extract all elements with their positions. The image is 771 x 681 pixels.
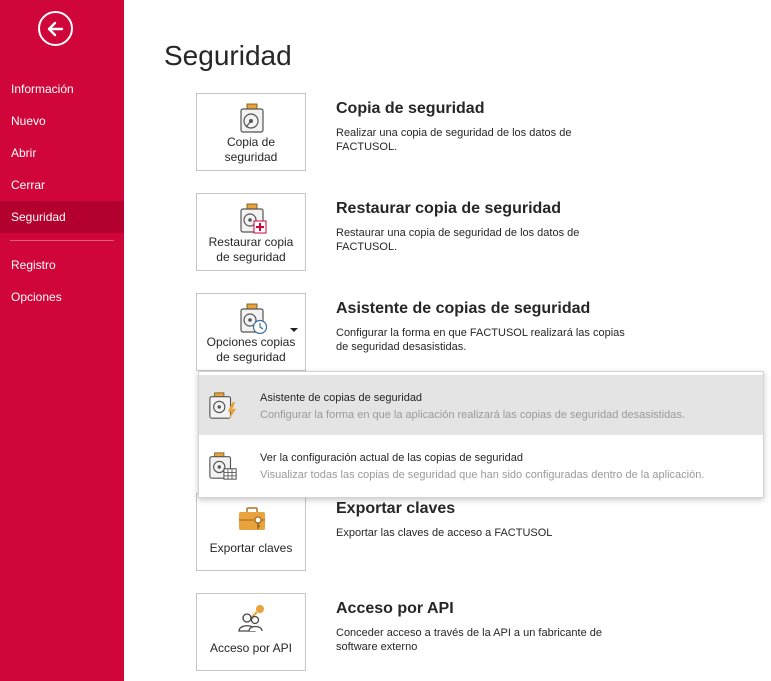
api-access-button[interactable]: Acceso por API — [196, 593, 306, 671]
sidebar-item-informacion[interactable]: Información — [0, 73, 124, 105]
export-keys-button-label: Exportar claves — [209, 541, 293, 555]
backup-wizard-title: Asistente de copias de seguridad — [336, 300, 591, 317]
menu-item-backup-wizard-desc: Configurar la forma en que la aplicación… — [260, 409, 685, 421]
arrow-left-icon — [47, 21, 63, 36]
hard-drive-grid-icon — [209, 452, 237, 480]
menu-item-view-backup-config-desc: Visualizar todas las copias de seguridad… — [260, 469, 705, 481]
hard-drive-icon — [240, 103, 264, 133]
sidebar-item-seguridad[interactable]: Seguridad — [0, 201, 124, 233]
backup-options-button-label: Opciones copias de seguridad — [206, 335, 296, 364]
back-button[interactable] — [38, 11, 73, 46]
hard-drive-restore-icon — [240, 203, 267, 234]
backup-options-dropdown: Asistente de copias de seguridad Configu… — [198, 371, 764, 498]
sidebar-item-abrir[interactable]: Abrir — [0, 137, 124, 169]
sidebar-item-opciones[interactable]: Opciones — [0, 281, 124, 313]
hard-drive-wizard-icon — [209, 392, 237, 421]
sidebar-item-cerrar[interactable]: Cerrar — [0, 169, 124, 201]
backup-button[interactable]: Copia de seguridad — [196, 93, 306, 171]
api-access-title: Acceso por API — [336, 600, 454, 617]
users-key-icon — [238, 605, 264, 632]
backup-description: Realizar una copia de seguridad de los d… — [336, 127, 572, 153]
backstage-sidebar: Información Nuevo Abrir Cerrar Seguridad… — [0, 0, 124, 681]
backup-title: Copia de seguridad — [336, 100, 485, 117]
sidebar-divider — [10, 240, 114, 241]
menu-item-view-backup-config[interactable]: Ver la configuración actual de las copia… — [199, 435, 763, 495]
menu-item-backup-wizard[interactable]: Asistente de copias de seguridad Configu… — [199, 375, 763, 435]
api-access-button-label: Acceso por API — [209, 641, 293, 655]
export-keys-title: Exportar claves — [336, 500, 456, 517]
restore-backup-button[interactable]: Restaurar copia de seguridad — [196, 193, 306, 271]
menu-item-backup-wizard-title: Asistente de copias de seguridad — [260, 392, 423, 404]
backup-wizard-description: Configurar la forma en que FACTUSOL real… — [336, 327, 625, 353]
chevron-down-icon — [290, 328, 298, 332]
restore-backup-button-label: Restaurar copia de seguridad — [208, 235, 294, 264]
sidebar-item-registro[interactable]: Registro — [0, 249, 124, 281]
export-keys-description: Exportar las claves de acceso a FACTUSOL — [336, 527, 553, 539]
hard-drive-clock-icon — [240, 303, 268, 334]
briefcase-key-icon — [239, 507, 265, 530]
sidebar-item-nuevo[interactable]: Nuevo — [0, 105, 124, 137]
menu-item-view-backup-config-title: Ver la configuración actual de las copia… — [260, 452, 523, 464]
restore-description: Restaurar una copia de seguridad de los … — [336, 227, 580, 253]
export-keys-button[interactable]: Exportar claves — [196, 493, 306, 571]
backup-options-button[interactable]: Opciones copias de seguridad — [196, 293, 306, 371]
backup-button-label: Copia de seguridad — [224, 135, 278, 164]
page-title: Seguridad — [164, 40, 292, 71]
api-access-description: Conceder acceso a través de la API a un … — [336, 627, 602, 653]
restore-title: Restaurar copia de seguridad — [336, 200, 561, 217]
